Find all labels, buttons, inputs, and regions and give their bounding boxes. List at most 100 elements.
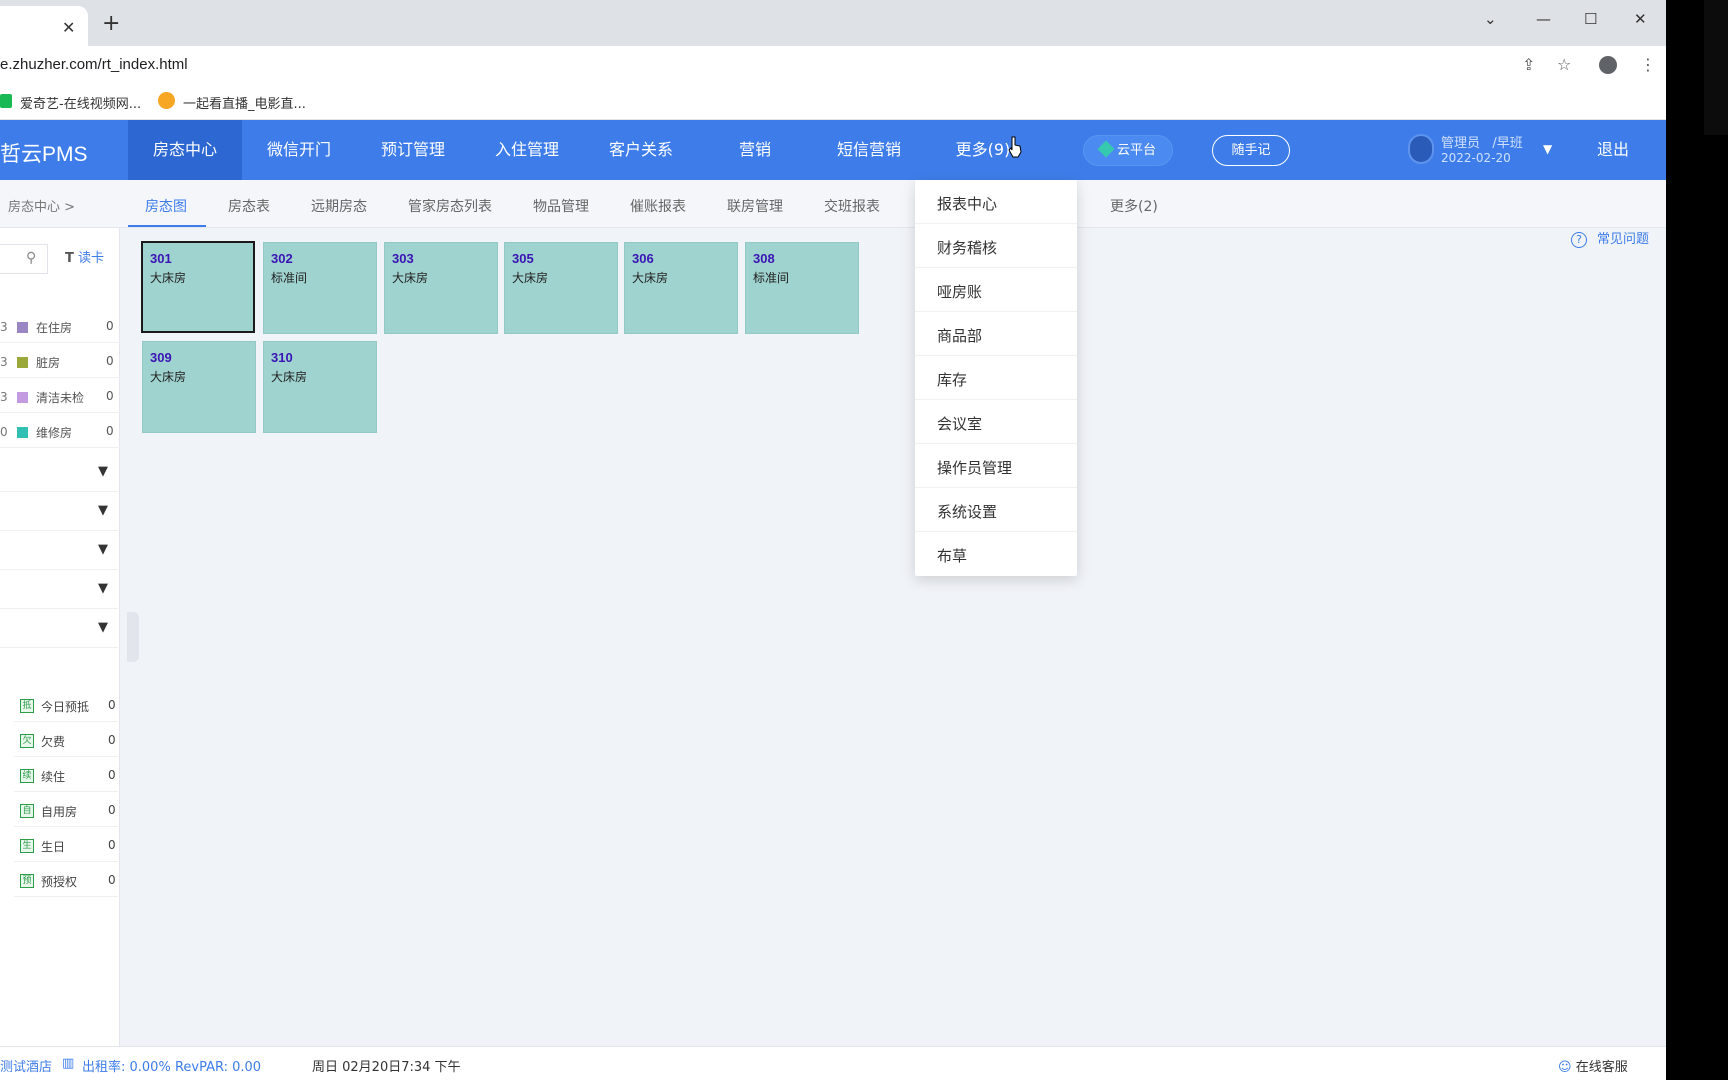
caret-down-icon[interactable]: ▼ [1543,142,1552,156]
tab-forward-status[interactable]: 远期房态 [311,196,367,216]
nav-sms-marketing[interactable]: 短信营销 [812,120,926,180]
tab-room-map[interactable]: 房态图 [145,196,187,216]
menu-item-system-settings[interactable]: 系统设置 [915,488,1077,532]
cloud-platform-label: 云平台 [1116,143,1156,158]
bookmark-iqiyi[interactable]: 爱奇艺-在线视频网... [20,93,141,112]
close-window-icon[interactable]: ✕ [1634,10,1647,28]
sidebar: ⚲ T 读卡 3 在住房 0 3 脏房 0 3 清洁未检 0 0 维修房 0 ▼… [0,228,120,1046]
room-card-301[interactable]: 301 大床房 [141,241,255,333]
tab-linked-rooms[interactable]: 联房管理 [727,196,783,216]
preauth-icon: 预 [20,874,34,888]
menu-item-linen[interactable]: 布草 [915,532,1077,576]
tab-search-chevron-icon[interactable]: ⌄ [1484,10,1497,28]
status-cleaned-unchecked[interactable]: 3 清洁未检 0 [0,381,120,413]
card-reader-icon: T [65,251,74,266]
sidebar-collapse-handle[interactable] [127,612,139,662]
tag-extended-stay[interactable]: 续 续住 0 [14,760,118,792]
chevron-down-icon: ▼ [98,581,108,596]
room-card-305[interactable]: 305 大床房 [504,242,618,334]
nav-more[interactable]: 更多(9) [926,120,1040,180]
arrival-icon: 抵 [20,699,34,713]
online-service-button[interactable]: ☺ 在线客服 [1558,1056,1628,1075]
filter-collapse-5[interactable]: ▼ [0,612,118,648]
url-field[interactable]: e.zhuzher.com/rt_index.html [0,56,188,73]
filter-collapse-1[interactable]: ▼ [0,456,118,492]
occupancy-stats: 出租率: 0.00% RevPAR: 0.00 [82,1060,262,1075]
tab-collection-report[interactable]: 催账报表 [630,196,686,216]
tag-birthday[interactable]: 生 生日 0 [14,830,118,862]
app-logo: 哲云PMS [0,143,88,166]
user-avatar[interactable] [1408,134,1434,164]
menu-item-dummy-room-account[interactable]: 哑房账 [915,268,1077,312]
bookmark-star-icon[interactable]: ☆ [1557,55,1571,74]
extend-icon: 续 [20,769,34,783]
share-icon[interactable]: ⇪ [1522,55,1535,74]
live-stream-icon [158,92,175,109]
nav-marketing[interactable]: 营销 [698,120,812,180]
user-name: 管理员 /早班 [1441,136,1523,151]
browser-menu-icon[interactable]: ⋮ [1640,55,1656,74]
status-dirty[interactable]: 3 脏房 0 [0,346,120,378]
browser-tab[interactable]: ✕ [0,6,88,46]
tab-room-table[interactable]: 房态表 [228,196,270,216]
browser-tab-strip: ✕ + ⌄ — ☐ ✕ [0,0,1666,46]
faq-link[interactable]: ? 常见问题 [1571,228,1649,248]
status-occupied[interactable]: 3 在住房 0 [0,311,120,343]
menu-item-inventory[interactable]: 库存 [915,356,1077,400]
menu-item-goods[interactable]: 商品部 [915,312,1077,356]
logout-button[interactable]: 退出 [1560,120,1666,180]
nav-wechat-door[interactable]: 微信开门 [242,120,356,180]
read-card-button[interactable]: T 读卡 [65,247,104,266]
maximize-icon[interactable]: ☐ [1584,10,1597,28]
nav-room-center[interactable]: 房态中心 [128,120,242,180]
tab-more[interactable]: 更多(2) [1110,196,1158,216]
menu-item-meeting-room[interactable]: 会议室 [915,400,1077,444]
bookmark-live[interactable]: 一起看直播_电影直... [183,93,306,112]
filter-collapse-3[interactable]: ▼ [0,534,118,570]
tab-housekeeping-list[interactable]: 管家房态列表 [408,196,492,216]
chart-icon: ▥ [62,1056,75,1071]
self-use-icon: 自 [20,804,34,818]
status-swatch [17,427,28,438]
filter-collapse-2[interactable]: ▼ [0,495,118,531]
screen-border-sliver [1704,0,1728,135]
nav-checkin[interactable]: 入住管理 [470,120,584,180]
screen-border [1666,0,1728,1080]
menu-item-operator-mgmt[interactable]: 操作员管理 [915,444,1077,488]
close-tab-icon[interactable]: ✕ [62,18,75,37]
tab-items[interactable]: 物品管理 [533,196,589,216]
tag-arriving-today[interactable]: 抵 今日预抵 0 [14,690,118,722]
tag-self-use[interactable]: 自 自用房 0 [14,795,118,827]
minimize-icon[interactable]: — [1536,10,1551,28]
room-card-308[interactable]: 308 标准间 [745,242,859,334]
search-icon[interactable]: ⚲ [26,250,36,266]
active-tab-indicator [128,225,206,227]
room-card-306[interactable]: 306 大床房 [624,242,738,334]
filter-collapse-4[interactable]: ▼ [0,573,118,609]
room-search-input[interactable] [0,244,48,274]
tag-preauth[interactable]: 预 预授权 0 [14,865,118,897]
nav-customer[interactable]: 客户关系 [584,120,698,180]
birthday-icon: 生 [20,839,34,853]
sub-nav: 房态中心 > 房态图 房态表 远期房态 管家房态列表 物品管理 催账报表 联房管… [0,180,1666,228]
menu-item-report-center[interactable]: 报表中心 [915,180,1077,224]
chevron-down-icon: ▼ [98,464,108,479]
breadcrumb[interactable]: 房态中心 > [8,196,75,215]
new-tab-button[interactable]: + [102,13,120,35]
nav-reservation[interactable]: 预订管理 [356,120,470,180]
tag-arrears[interactable]: 欠 欠费 0 [14,725,118,757]
arrears-icon: 欠 [20,734,34,748]
room-card-302[interactable]: 302 标准间 [263,242,377,334]
cloud-platform-button[interactable]: 云平台 [1083,135,1173,166]
room-card-310[interactable]: 310 大床房 [263,341,377,433]
profile-icon[interactable] [1599,56,1617,74]
menu-item-finance-audit[interactable]: 财务稽核 [915,224,1077,268]
status-maintenance[interactable]: 0 维修房 0 [0,416,120,448]
cube-icon [1097,140,1115,158]
memo-button[interactable]: 随手记 [1212,135,1290,166]
iqiyi-icon [0,94,12,108]
tab-shift-report[interactable]: 交班报表 [824,196,880,216]
room-card-309[interactable]: 309 大床房 [142,341,256,433]
app-header: 哲云PMS 房态中心 微信开门 预订管理 入住管理 客户关系 营销 短信营销 更… [0,120,1666,180]
room-card-303[interactable]: 303 大床房 [384,242,498,334]
